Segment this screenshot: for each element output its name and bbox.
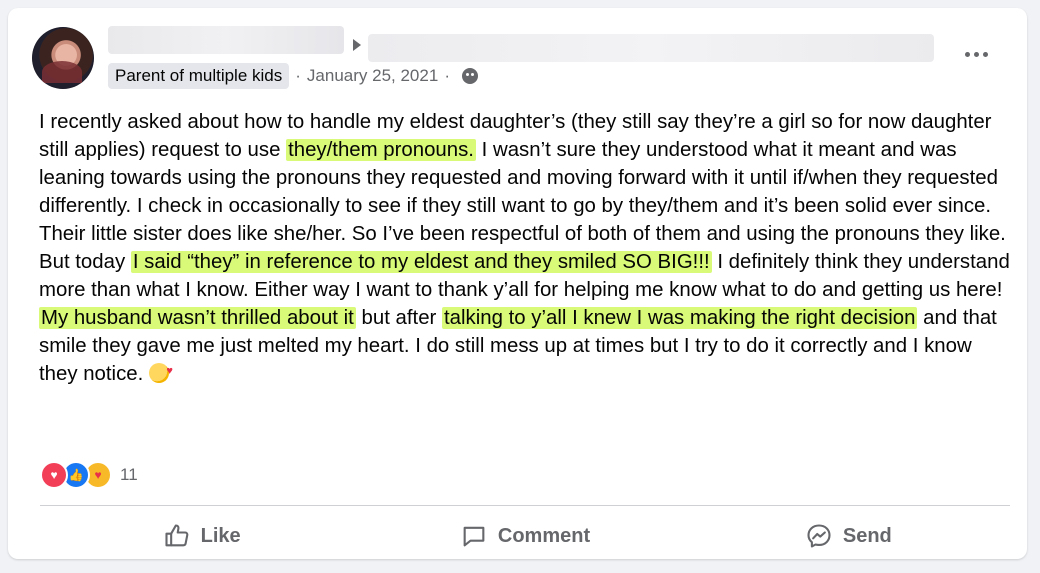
divider: [40, 505, 1010, 506]
reaction-count[interactable]: 11: [120, 465, 138, 485]
highlighted-text: My husband wasn’t thrilled about it: [39, 307, 356, 329]
send-button[interactable]: Send: [687, 516, 1010, 556]
dot-icon: [964, 51, 970, 57]
redacted-group-name: [368, 34, 934, 62]
more-options-button[interactable]: [958, 42, 994, 66]
reaction-summary[interactable]: ♥ 👍 ♥ 11: [40, 461, 138, 489]
post-date[interactable]: January 25, 2021: [307, 66, 438, 86]
thumbs-up-icon: [165, 524, 188, 547]
action-bar: Like Comment Send: [40, 513, 1010, 559]
arrow-right-icon: [353, 39, 361, 51]
send-label: Send: [842, 524, 892, 547]
smiling-face-with-hearts-icon: [148, 357, 173, 385]
avatar[interactable]: [32, 27, 94, 89]
member-badge[interactable]: Parent of multiple kids: [108, 63, 290, 89]
comment-icon: [463, 526, 485, 547]
separator: ·: [444, 66, 450, 85]
post-text: I recently asked about how to handle my …: [39, 108, 1014, 388]
highlighted-text: I said “they” in reference to my eldest …: [130, 251, 712, 273]
post-card: Parent of multiple kids · January 25, 20…: [8, 8, 1027, 559]
redacted-author-name: [108, 26, 344, 54]
comment-button[interactable]: Comment: [363, 516, 686, 556]
love-icon: ♥: [40, 461, 68, 489]
dot-icon: [982, 51, 988, 57]
comment-label: Comment: [497, 524, 591, 547]
post-meta: Parent of multiple kids · January 25, 20…: [108, 63, 478, 89]
dot-icon: [973, 51, 979, 57]
privacy-icon[interactable]: [461, 68, 478, 84]
like-label: Like: [200, 524, 241, 547]
messenger-icon: [807, 524, 831, 548]
text-segment: but after: [355, 307, 442, 329]
like-button[interactable]: Like: [40, 516, 363, 556]
highlighted-text: talking to y’all I knew I was making the…: [442, 307, 918, 329]
highlighted-text: they/them pronouns.: [286, 139, 476, 161]
separator: ·: [295, 66, 301, 85]
